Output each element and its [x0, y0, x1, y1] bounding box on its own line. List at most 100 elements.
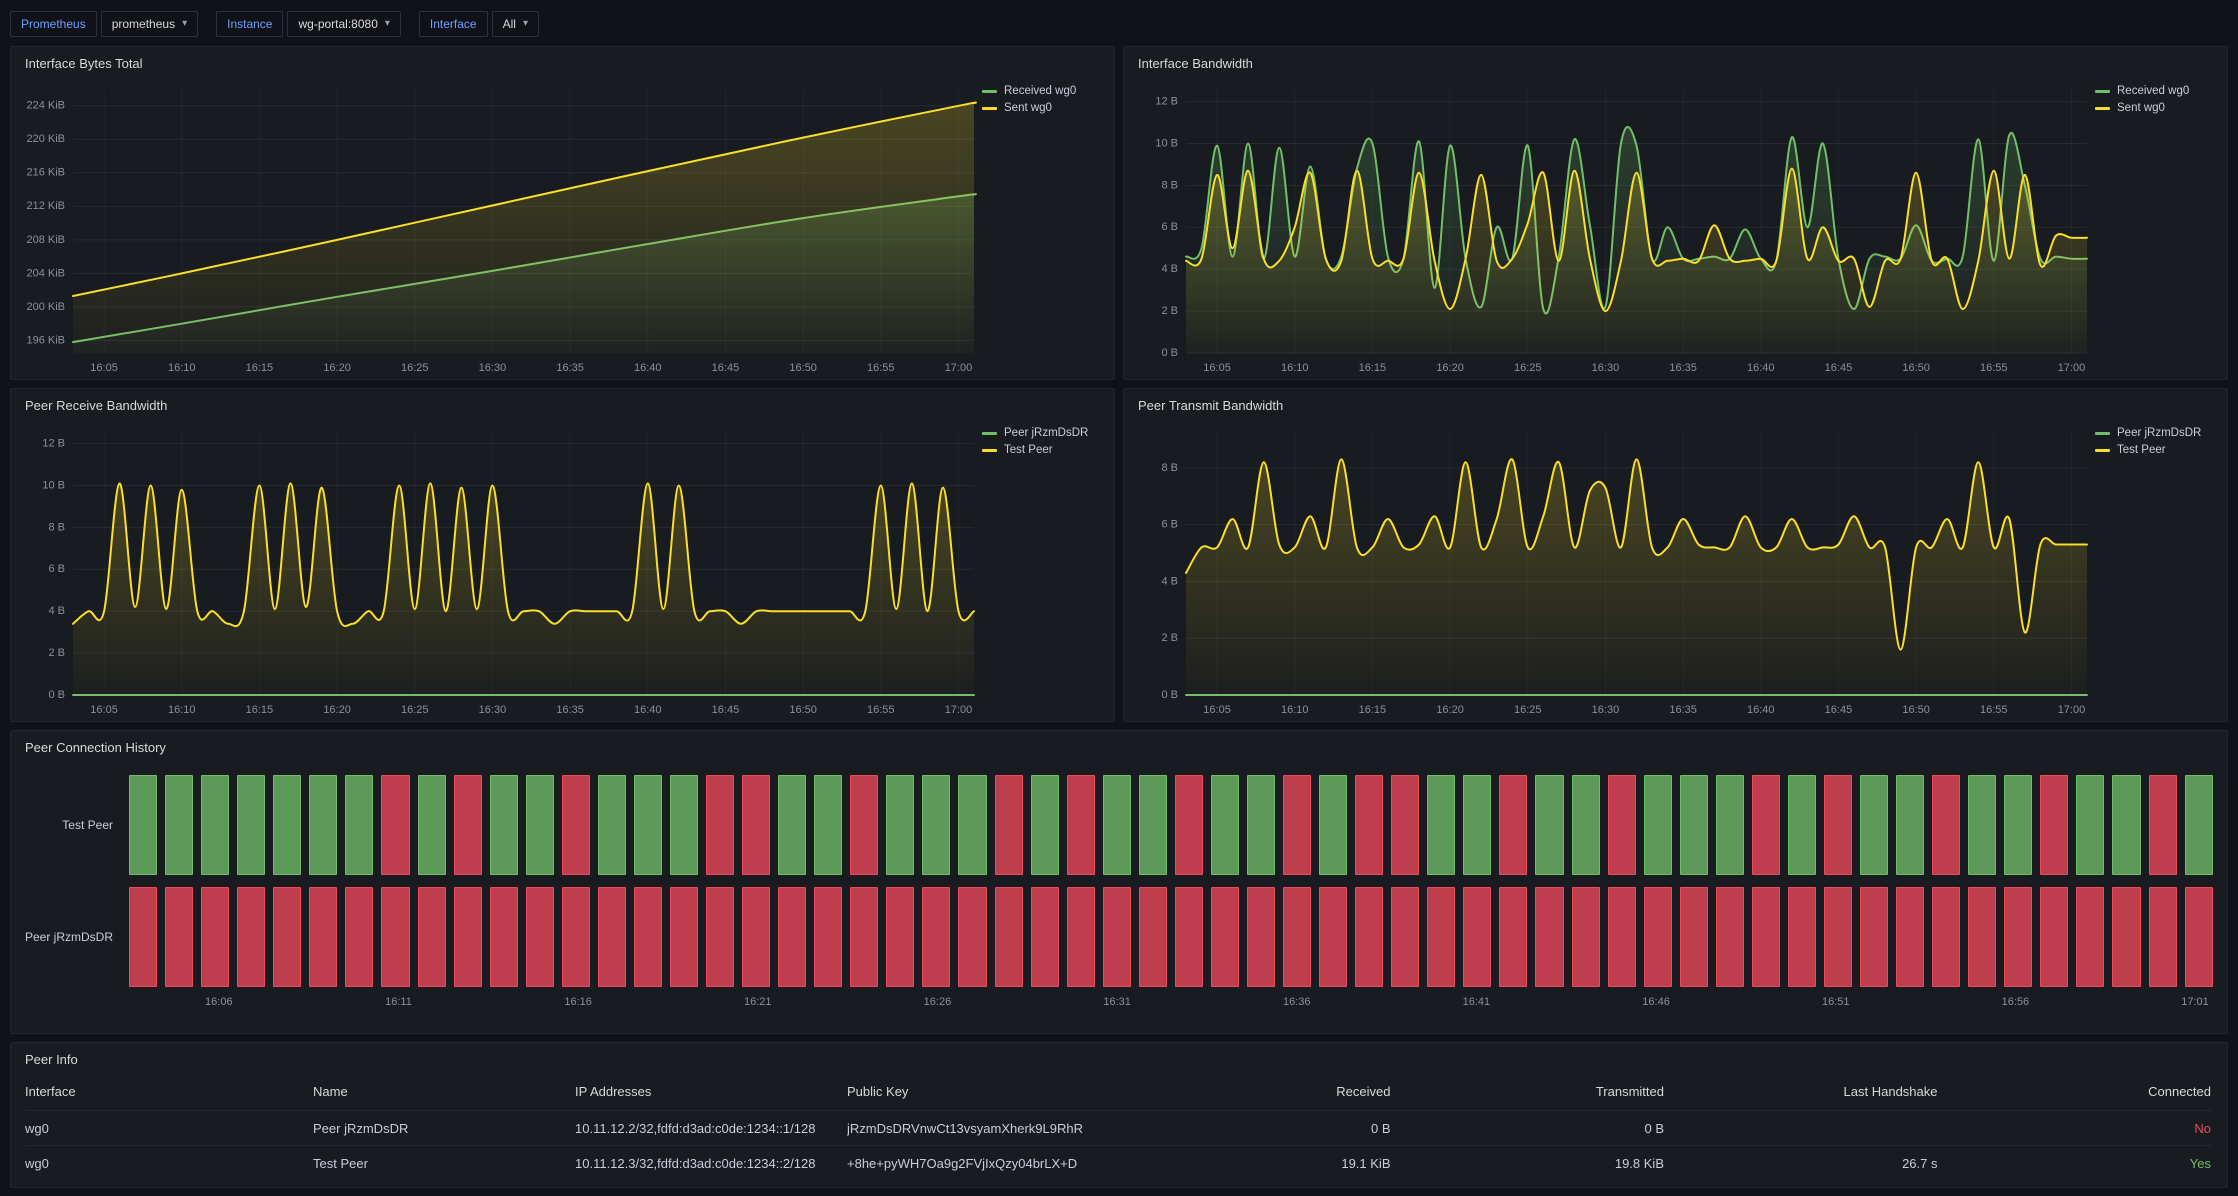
panel-title[interactable]: Peer Connection History: [11, 731, 2227, 761]
timeseries-chart[interactable]: 0 B2 B4 B6 B8 B16:0516:1016:1516:2016:25…: [1124, 419, 2095, 721]
x-tick-label: 17:00: [945, 362, 973, 374]
timeline-bar-disconnected: [1499, 887, 1527, 987]
legend-item-test-peer[interactable]: Test Peer: [2095, 444, 2217, 456]
x-tick-label: 16:45: [1825, 362, 1853, 374]
timeline-row-peer-jrzmdsdr: Peer jRzmDsDR: [11, 887, 2213, 987]
cell-name: Test Peer: [313, 1156, 575, 1171]
timeseries-plot-area[interactable]: 0 B2 B4 B6 B8 B10 B12 B16:0516:1016:1516…: [11, 419, 982, 721]
panel-title[interactable]: Peer Info: [11, 1043, 2227, 1073]
timeseries-plot-area[interactable]: 196 KiB200 KiB204 KiB208 KiB212 KiB216 K…: [11, 77, 982, 379]
panel-title[interactable]: Interface Bytes Total: [11, 47, 1114, 77]
timeline-bar-disconnected: [1175, 887, 1203, 987]
panel-title[interactable]: Interface Bandwidth: [1124, 47, 2227, 77]
timeseries-plot-area[interactable]: 0 B2 B4 B6 B8 B10 B12 B16:0516:1016:1516…: [1124, 77, 2095, 379]
timeline-bar-disconnected: [1283, 775, 1311, 875]
timeline-bar-connected: [1535, 775, 1563, 875]
timeline-bar-connected: [1896, 775, 1924, 875]
timeline-bar-connected: [886, 775, 914, 875]
legend-series-swatch: [2095, 449, 2110, 452]
var-dropdown-datasource[interactable]: prometheus ▾: [101, 11, 198, 37]
panel-title[interactable]: Peer Receive Bandwidth: [11, 389, 1114, 419]
timeline-bar-connected: [129, 775, 157, 875]
x-tick-label: 16:31: [1103, 996, 1131, 1008]
timeline-bar-disconnected: [273, 887, 301, 987]
timeline-bar-connected: [1860, 775, 1888, 875]
timeline-bar-connected: [490, 775, 518, 875]
legend-item-peer-jrzmdsdr[interactable]: Peer jRzmDsDR: [2095, 427, 2217, 439]
x-tick-label: 16:55: [867, 362, 895, 374]
timeline-bar-connected: [634, 775, 662, 875]
x-tick-label: 17:01: [2181, 996, 2209, 1008]
timeseries-chart[interactable]: 0 B2 B4 B6 B8 B10 B12 B16:0516:1016:1516…: [11, 419, 982, 721]
dashboard-grid: Interface Bytes Total 196 KiB200 KiB204 …: [10, 46, 2228, 1188]
timeline-bar-disconnected: [1824, 775, 1852, 875]
timeline-bar-disconnected: [1932, 887, 1960, 987]
timeline-bar-disconnected: [1788, 887, 1816, 987]
legend-item-received-wg0[interactable]: Received wg0: [2095, 85, 2217, 97]
column-header-transmitted[interactable]: Transmitted: [1393, 1084, 1667, 1099]
timeline-bar-disconnected: [886, 887, 914, 987]
y-tick-label: 12 B: [42, 437, 65, 449]
timeline-bar-disconnected: [2040, 887, 2068, 987]
x-tick-label: 16:55: [1980, 704, 2008, 716]
timeline-bar-connected: [273, 775, 301, 875]
legend-item-received-wg0[interactable]: Received wg0: [982, 85, 1104, 97]
series-area: [1186, 459, 2087, 695]
var-group-interface: Interface All ▾: [419, 11, 539, 37]
var-dropdown-interface[interactable]: All ▾: [492, 11, 539, 37]
var-value-text: prometheus: [112, 18, 175, 30]
column-header-public-key[interactable]: Public Key: [847, 1084, 1119, 1099]
legend-series-swatch: [982, 432, 997, 435]
timeseries-plot-area[interactable]: 0 B2 B4 B6 B8 B16:0516:1016:1516:2016:25…: [1124, 419, 2095, 721]
series-area: [73, 483, 974, 695]
legend-item-sent-wg0[interactable]: Sent wg0: [982, 102, 1104, 114]
x-tick-label: 16:30: [1592, 704, 1620, 716]
timeline-bar-disconnected: [1067, 775, 1095, 875]
timeline-bar-disconnected: [1427, 887, 1455, 987]
timeline-bar-connected: [165, 775, 193, 875]
timeline-bar-disconnected: [2076, 887, 2104, 987]
x-tick-label: 16:10: [1281, 704, 1309, 716]
column-header-received[interactable]: Received: [1119, 1084, 1393, 1099]
x-tick-label: 16:16: [564, 996, 592, 1008]
column-header-last-handshake[interactable]: Last Handshake: [1666, 1084, 1940, 1099]
legend-item-peer-jrzmdsdr[interactable]: Peer jRzmDsDR: [982, 427, 1104, 439]
y-tick-label: 220 KiB: [26, 133, 65, 145]
legend-series-swatch: [2095, 432, 2110, 435]
timeline-row-label: Test Peer: [11, 775, 129, 875]
timeline-bar-connected: [1247, 775, 1275, 875]
column-header-interface[interactable]: Interface: [25, 1084, 313, 1099]
x-tick-label: 16:55: [1980, 362, 2008, 374]
legend-item-sent-wg0[interactable]: Sent wg0: [2095, 102, 2217, 114]
x-tick-label: 16:05: [90, 362, 118, 374]
timeline-bar-disconnected: [454, 775, 482, 875]
timeline-bar-disconnected: [201, 887, 229, 987]
x-tick-label: 16:40: [634, 704, 662, 716]
var-label-interface: Interface: [419, 11, 488, 37]
legend-item-test-peer[interactable]: Test Peer: [982, 444, 1104, 456]
x-tick-label: 16:35: [556, 704, 584, 716]
cell-connected: No: [1940, 1121, 2214, 1136]
panel-title[interactable]: Peer Transmit Bandwidth: [1124, 389, 2227, 419]
timeline-bar-disconnected: [1283, 887, 1311, 987]
timeline-bar-connected: [1716, 775, 1744, 875]
timeline-bar-connected: [1139, 775, 1167, 875]
timeline-bar-disconnected: [2185, 887, 2213, 987]
column-header-name[interactable]: Name: [313, 1084, 575, 1099]
timeline-bar-connected: [1103, 775, 1131, 875]
column-header-connected[interactable]: Connected: [1940, 1084, 2214, 1099]
timeline-bar-disconnected: [165, 887, 193, 987]
x-tick-label: 16:30: [1592, 362, 1620, 374]
column-header-ip-addresses[interactable]: IP Addresses: [575, 1084, 847, 1099]
timeline-row-label: Peer jRzmDsDR: [11, 887, 129, 987]
y-tick-label: 200 KiB: [26, 301, 65, 313]
x-tick-label: 16:30: [479, 704, 507, 716]
var-dropdown-instance[interactable]: wg-portal:8080 ▾: [287, 11, 400, 37]
y-tick-label: 6 B: [1161, 221, 1178, 233]
x-tick-label: 16:26: [924, 996, 952, 1008]
timeseries-chart[interactable]: 0 B2 B4 B6 B8 B10 B12 B16:0516:1016:1516…: [1124, 77, 2095, 379]
timeline-bar-disconnected: [1319, 887, 1347, 987]
timeseries-chart[interactable]: 196 KiB200 KiB204 KiB208 KiB212 KiB216 K…: [11, 77, 982, 379]
timeline-bar-disconnected: [922, 887, 950, 987]
y-tick-label: 224 KiB: [26, 100, 65, 112]
